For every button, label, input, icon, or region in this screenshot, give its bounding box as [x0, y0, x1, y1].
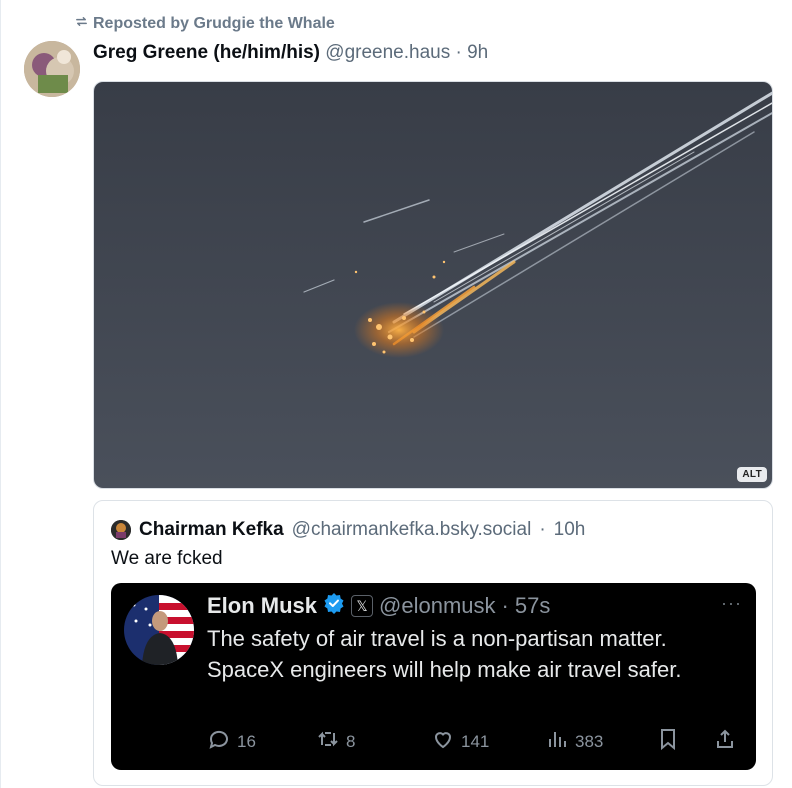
- quoted-author-handle[interactable]: @chairmankefka.bsky.social: [292, 519, 532, 541]
- tweet-header: Elon Musk 𝕏 @elonmusk · 57s: [207, 592, 550, 620]
- quoted-post[interactable]: Chairman Kefka @chairmankefka.bsky.socia…: [93, 500, 773, 786]
- repost-indicator[interactable]: Reposted by Grudgie the Whale: [74, 14, 335, 34]
- separator: ·: [501, 593, 509, 618]
- tweet-author-avatar: [124, 595, 194, 665]
- more-options-icon: ···: [721, 593, 742, 613]
- views-action: 383: [545, 727, 603, 756]
- embedded-tweet-screenshot: Elon Musk 𝕏 @elonmusk · 57s ··· The safe…: [111, 583, 756, 770]
- alt-text-button[interactable]: ALT: [737, 467, 767, 482]
- heart-icon: [431, 727, 455, 756]
- repost-label: Reposted by Grudgie the Whale: [93, 15, 335, 32]
- verified-badge-icon: [323, 592, 345, 620]
- tweet-time: 57s: [514, 593, 551, 618]
- tweet-handle: @elonmusk: [379, 593, 496, 618]
- x-affiliation-badge: 𝕏: [351, 595, 374, 617]
- like-action: 141: [431, 727, 489, 756]
- repost-icon: [74, 14, 89, 34]
- quoted-author-avatar[interactable]: [111, 520, 131, 540]
- share-icon: [713, 727, 737, 756]
- quoted-post-header: Chairman Kefka @chairmankefka.bsky.socia…: [111, 519, 585, 541]
- post-time[interactable]: 9h: [467, 42, 488, 63]
- quoted-post-text: We are fcked: [111, 548, 223, 569]
- post-image[interactable]: ALT: [93, 81, 773, 489]
- tweet-text: The safety of air travel is a non-partis…: [207, 626, 682, 682]
- retweet-icon: [316, 727, 340, 756]
- views-bar-chart-icon: [545, 727, 569, 756]
- separator: ·: [455, 42, 462, 63]
- like-count: 141: [461, 731, 490, 751]
- retweet-count: 8: [346, 731, 356, 751]
- quoted-author-name[interactable]: Chairman Kefka: [139, 519, 284, 541]
- author-handle[interactable]: @greene.haus: [325, 42, 450, 63]
- reply-action: 16: [207, 727, 256, 756]
- retweet-action: 8: [316, 727, 355, 756]
- bookmark-icon: [656, 727, 680, 756]
- timeline-divider: [0, 0, 1, 788]
- separator: ·: [539, 519, 546, 540]
- tweet-action-bar: 16 8 141 383: [111, 727, 756, 757]
- tweet-author-name: Elon Musk: [207, 593, 318, 618]
- reply-count: 16: [237, 731, 256, 751]
- view-count: 383: [575, 731, 604, 751]
- post-header: Greg Greene (he/him/his) @greene.haus · …: [93, 42, 488, 64]
- reply-icon: [207, 727, 231, 756]
- bookmark-action: [656, 727, 680, 756]
- author-name[interactable]: Greg Greene (he/him/his): [93, 42, 320, 63]
- author-avatar[interactable]: [24, 41, 80, 97]
- share-action: [713, 727, 737, 756]
- quoted-post-time[interactable]: 10h: [554, 519, 586, 541]
